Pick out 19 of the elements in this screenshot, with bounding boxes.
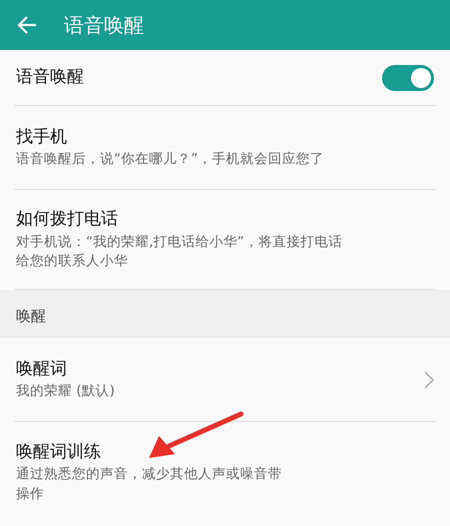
setting-description: 给您的联系人小华 xyxy=(16,252,129,272)
settings-row[interactable]: 语音唤醒 xyxy=(14,50,436,106)
setting-title: 语音唤醒 xyxy=(16,66,84,89)
section-header: 唤醒 xyxy=(16,307,46,325)
setting-description: 我的荣耀 (默认) xyxy=(16,382,115,402)
settings-row[interactable]: 唤醒词训练 通过熟悉您的声音，减少其他人声或噪音带 操作 xyxy=(14,422,436,522)
page-title: 语音唤醒 xyxy=(64,12,144,39)
setting-description: 对手机说：“我的荣耀,打电话给小华”，将直接打电话 xyxy=(16,232,342,252)
setting-title: 如何拨打电话 xyxy=(16,208,119,232)
toggle-switch[interactable] xyxy=(382,64,434,90)
setting-description: 通过熟悉您的声音，减少其他人声或噪音带 xyxy=(16,465,282,484)
settings-row[interactable]: 找手机 语音唤醒后，说“你在哪儿？”，手机就会回应您了 xyxy=(14,106,436,190)
setting-title: 找手机 xyxy=(16,126,68,149)
setting-description: 语音唤醒后，说“你在哪儿？”，手机就会回应您了 xyxy=(16,150,324,170)
chevron-icon xyxy=(424,370,434,388)
setting-title: 唤醒词 xyxy=(16,358,68,381)
settings-row[interactable]: 唤醒词 我的荣耀 (默认) xyxy=(14,338,436,422)
setting-description: 操作 xyxy=(16,484,45,504)
setting-title: 唤醒词训练 xyxy=(16,440,102,464)
